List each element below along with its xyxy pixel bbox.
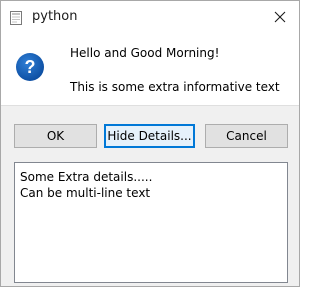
- python-app-icon: [8, 10, 24, 26]
- informative-text: This is some extra informative text: [70, 80, 280, 94]
- button-panel: OK Hide Details... Cancel Some Extra det…: [1, 105, 299, 286]
- title-bar[interactable]: python: [1, 1, 299, 34]
- question-icon: ?: [15, 52, 45, 82]
- details-text-area[interactable]: Some Extra details..... Can be multi-lin…: [14, 162, 288, 283]
- hide-details-button[interactable]: Hide Details...: [104, 124, 195, 148]
- svg-text:?: ?: [25, 57, 36, 77]
- main-message-text: Hello and Good Morning!: [70, 46, 220, 60]
- close-icon: [274, 8, 286, 27]
- close-button[interactable]: [261, 1, 299, 34]
- ok-button[interactable]: OK: [14, 124, 97, 148]
- window-title: python: [32, 9, 78, 24]
- message-box-window: python ? Hello and Good Morning! This is…: [0, 0, 300, 287]
- cancel-button[interactable]: Cancel: [205, 124, 288, 148]
- message-area: ? Hello and Good Morning! This is some e…: [1, 34, 299, 105]
